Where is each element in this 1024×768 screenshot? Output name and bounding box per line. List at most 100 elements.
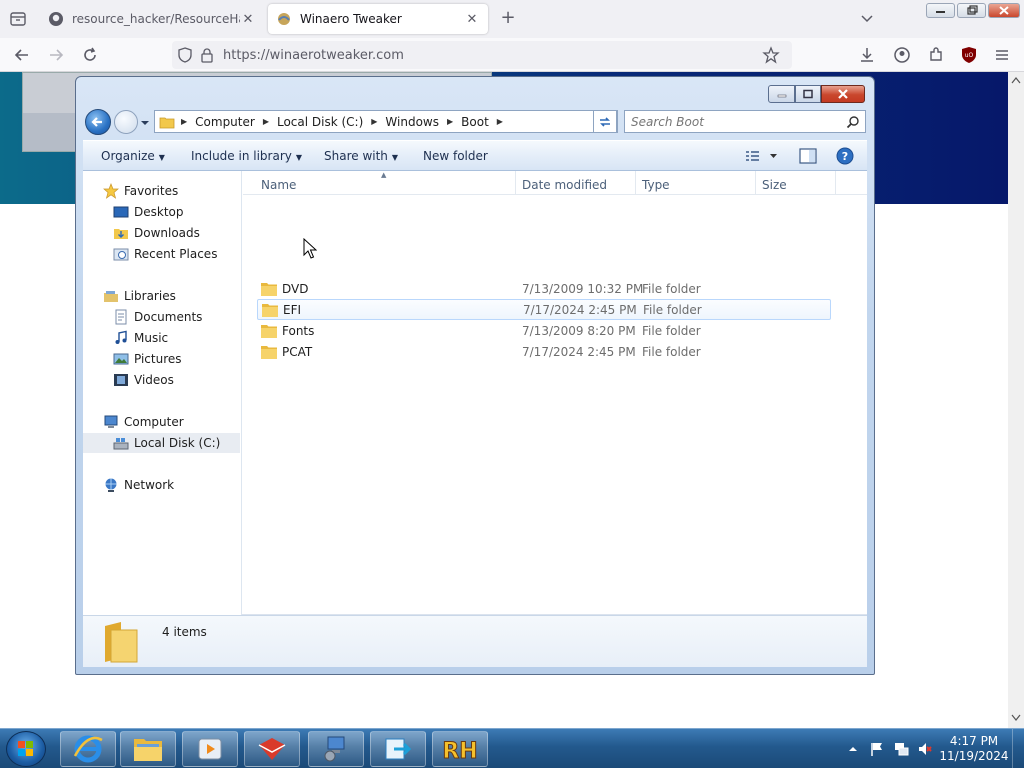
file-name: DVD [282, 282, 309, 296]
control-panel-taskbar-button[interactable] [308, 731, 364, 767]
nav-desktop[interactable]: Desktop [113, 202, 184, 222]
breadcrumb-arrow-icon[interactable]: ▶ [447, 117, 453, 126]
nav-label: Videos [134, 373, 174, 387]
tab-winaero-tweaker[interactable]: Winaero Tweaker ✕ [268, 4, 488, 34]
network-tray-icon[interactable] [893, 741, 909, 757]
help-icon[interactable]: ? [836, 147, 854, 168]
column-size[interactable]: Size [762, 178, 787, 192]
nav-favorites[interactable]: Favorites [103, 181, 178, 201]
extensions-icon[interactable] [925, 44, 947, 66]
column-type[interactable]: Type [642, 178, 670, 192]
column-divider[interactable] [635, 171, 636, 195]
breadcrumb-boot[interactable]: Boot [461, 115, 489, 129]
column-name[interactable]: Name [261, 178, 296, 192]
forward-arrow-icon[interactable] [44, 44, 68, 66]
breadcrumb-local-disk[interactable]: Local Disk (C:) [277, 115, 363, 129]
nav-local-disk[interactable]: Local Disk (C:) [83, 433, 240, 453]
close-tab-icon[interactable]: ✕ [464, 12, 480, 27]
address-bar[interactable]: ▶ Computer ▶ Local Disk (C:) ▶ Windows ▶… [154, 110, 618, 133]
file-row-efi[interactable]: EFI 7/17/2024 2:45 PM File folder [257, 299, 831, 320]
explorer-back-button[interactable] [85, 109, 111, 135]
account-icon[interactable] [891, 44, 913, 66]
nav-network[interactable]: Network [103, 475, 174, 495]
action-center-flag-icon[interactable] [869, 741, 885, 757]
breadcrumb-arrow-icon[interactable]: ▶ [181, 117, 187, 126]
bookmark-star-icon[interactable] [762, 46, 780, 64]
ublock-icon[interactable]: uO [958, 44, 980, 66]
file-row-dvd[interactable]: DVD 7/13/2009 10:32 PM File folder [257, 279, 831, 299]
organize-button[interactable]: Organize ▼ [101, 149, 165, 163]
minimize-button[interactable] [926, 3, 955, 18]
column-divider[interactable] [755, 171, 756, 195]
view-options-icon[interactable] [745, 149, 779, 166]
page-scrollbar[interactable] [1008, 72, 1024, 728]
nav-label: Music [134, 331, 169, 345]
nav-pictures[interactable]: Pictures [113, 349, 182, 369]
file-row-pcat[interactable]: PCAT 7/17/2024 2:45 PM File folder [257, 342, 831, 362]
breadcrumb-arrow-icon[interactable]: ▶ [371, 117, 377, 126]
remote-arrow-icon [385, 738, 412, 760]
explorer-forward-button[interactable] [114, 110, 138, 134]
nav-libraries[interactable]: Libraries [103, 286, 176, 306]
nav-music[interactable]: Music [113, 328, 168, 348]
explorer-maximize-button[interactable] [795, 85, 821, 103]
search-box[interactable] [624, 110, 866, 133]
restore-button[interactable] [957, 3, 986, 18]
explorer-minimize-button[interactable] [768, 85, 795, 103]
close-window-button[interactable] [988, 3, 1020, 18]
nav-downloads[interactable]: Downloads [113, 223, 200, 243]
item-count: 4 items [162, 625, 207, 639]
start-button[interactable] [6, 731, 46, 767]
explorer-close-button[interactable] [821, 85, 865, 103]
show-hidden-icons-icon[interactable] [845, 741, 861, 757]
column-divider[interactable] [515, 171, 516, 195]
breadcrumb-computer[interactable]: Computer [195, 115, 255, 129]
folder-icon [261, 346, 277, 359]
nav-videos[interactable]: Videos [113, 370, 174, 390]
share-with-button[interactable]: Share with ▼ [324, 149, 398, 163]
volume-muted-icon[interactable] [917, 741, 933, 757]
nav-recent-places[interactable]: Recent Places [113, 244, 217, 264]
media-player-taskbar-button[interactable] [182, 731, 238, 767]
shield-icon[interactable] [177, 47, 193, 63]
file-explorer-taskbar-button[interactable] [120, 731, 176, 767]
menu-hamburger-icon[interactable] [991, 44, 1013, 66]
browser-navbar: https://winaerotweaker.com uO [0, 38, 1024, 72]
folder-icon [159, 117, 175, 128]
back-arrow-icon[interactable] [10, 44, 34, 66]
nav-computer[interactable]: Computer [103, 412, 184, 432]
file-row-fonts[interactable]: Fonts 7/13/2009 8:20 PM File folder [257, 321, 831, 341]
url-bar[interactable]: https://winaerotweaker.com [172, 41, 792, 69]
app-taskbar-button[interactable] [244, 731, 300, 767]
column-divider[interactable] [835, 171, 836, 195]
close-tab-icon[interactable]: ✕ [240, 12, 256, 27]
new-tab-button[interactable]: + [496, 8, 520, 30]
new-folder-button[interactable]: New folder [423, 149, 488, 163]
breadcrumb-windows[interactable]: Windows [385, 115, 439, 129]
downloads-icon[interactable] [856, 44, 878, 66]
search-icon[interactable] [846, 115, 860, 129]
resource-hacker-taskbar-button[interactable]: RH [432, 731, 488, 767]
nav-label: Libraries [124, 289, 176, 303]
breadcrumb-arrow-icon[interactable]: ▶ [497, 117, 503, 126]
tab-list-icon[interactable] [6, 8, 30, 30]
reload-icon[interactable] [78, 44, 102, 66]
include-in-library-button[interactable]: Include in library ▼ [191, 149, 302, 163]
preview-pane-icon[interactable] [799, 148, 817, 167]
nav-documents[interactable]: Documents [113, 307, 202, 327]
show-desktop-button[interactable] [1012, 729, 1024, 768]
breadcrumb-arrow-icon[interactable]: ▶ [263, 117, 269, 126]
svg-text:RH: RH [442, 739, 477, 764]
search-input[interactable] [625, 111, 835, 132]
clock[interactable]: 4:17 PM 11/19/2024 [938, 734, 1010, 764]
refresh-button[interactable] [593, 110, 617, 133]
internet-explorer-taskbar-button[interactable] [60, 731, 116, 767]
remote-app-taskbar-button[interactable] [370, 731, 426, 767]
include-label: Include in library [191, 149, 292, 163]
tab-resource-hacker[interactable]: resource_hacker/ResourceHack ✕ [40, 4, 264, 34]
chevron-down-icon[interactable] [858, 10, 876, 28]
recent-pages-icon[interactable] [140, 117, 150, 127]
column-date-modified[interactable]: Date modified [522, 178, 607, 192]
mouse-cursor-icon [303, 238, 317, 259]
lock-icon[interactable] [200, 47, 214, 63]
